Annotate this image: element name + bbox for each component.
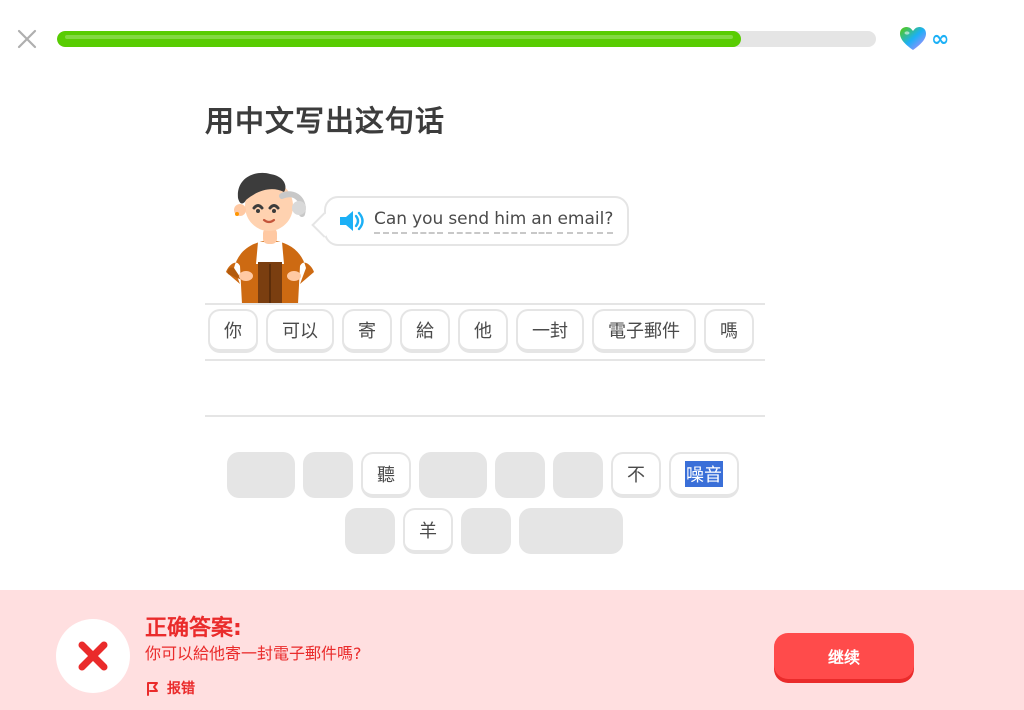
word-bank-empty-slot — [461, 508, 511, 554]
prompt-word[interactable]: Can — [374, 208, 408, 234]
word-bank-row-2: 羊 — [345, 508, 623, 554]
report-label: 报错 — [167, 681, 195, 697]
word-bank-empty-slot — [345, 508, 395, 554]
answer-tile[interactable]: 嗎 — [704, 309, 754, 353]
word-bank-tile[interactable]: 聽 — [361, 452, 411, 498]
feedback-panel: 正确答案: 你可以給他寄一封電子郵件嗎? 报错 继续 — [0, 590, 1024, 710]
prompt-word[interactable]: him — [494, 208, 527, 234]
answer-line-bottom — [205, 415, 765, 417]
word-bank-tile[interactable]: 羊 — [403, 508, 453, 554]
answer-line-top — [205, 303, 765, 305]
x-icon — [78, 641, 108, 671]
prompt-word[interactable]: email? — [557, 208, 614, 234]
progress-bar — [57, 31, 876, 47]
feedback-title: 正确答案: — [145, 616, 242, 641]
heart-icon — [899, 26, 927, 52]
prompt-word[interactable]: an — [531, 208, 553, 234]
continue-button[interactable]: 继续 — [774, 633, 914, 679]
word-bank-empty-slot — [495, 452, 545, 498]
answer-tile[interactable]: 你 — [208, 309, 258, 353]
word-bank-tile-label: 不 — [627, 465, 645, 486]
word-bank-empty-slot — [419, 452, 487, 498]
answer-tile[interactable]: 他 — [458, 309, 508, 353]
answer-tile[interactable]: 一封 — [516, 309, 584, 353]
answer-tile[interactable]: 可以 — [266, 309, 334, 353]
word-bank-tile-label: 噪音 — [685, 461, 723, 487]
prompt-title: 用中文写出这句话 — [205, 104, 446, 138]
close-button[interactable] — [16, 28, 38, 50]
progress-bar-fill — [57, 31, 741, 47]
prompt-word[interactable]: send — [448, 208, 490, 234]
prompt-sentence: Can you send him an email? — [374, 208, 614, 234]
hearts-value: ∞ — [931, 26, 950, 52]
word-bank-tile-label: 聽 — [377, 465, 395, 486]
answer-tile[interactable]: 給 — [400, 309, 450, 353]
hearts-counter: ∞ — [899, 26, 949, 52]
answer-tiles: 你可以寄給他一封 電子郵件嗎 — [208, 309, 754, 353]
answer-line-middle — [205, 359, 765, 361]
word-bank-tile[interactable]: 噪音 — [669, 452, 739, 498]
word-bank-tile-label: 羊 — [419, 521, 437, 542]
word-bank-row-1: 聽 不 噪音 — [227, 452, 739, 498]
speech-bubble: Can you send him an email? — [311, 196, 630, 246]
speaker-icon[interactable] — [338, 209, 366, 233]
answer-area: 你可以寄給他一封 電子郵件嗎 — [205, 303, 765, 417]
character-illustration — [224, 168, 316, 304]
correct-answer-text: 你可以給他寄一封電子郵件嗎? — [145, 644, 362, 663]
word-bank-tile[interactable]: 不 — [611, 452, 661, 498]
prompt-word[interactable]: you — [412, 208, 444, 234]
answer-tile[interactable]: 電子郵件 — [592, 309, 696, 353]
word-bank-empty-slot — [553, 452, 603, 498]
flag-icon — [147, 682, 158, 696]
answer-tile[interactable]: 寄 — [342, 309, 392, 353]
incorrect-badge — [56, 619, 130, 693]
close-icon — [17, 29, 37, 49]
word-bank-empty-slot — [303, 452, 353, 498]
word-bank-empty-slot — [519, 508, 623, 554]
report-button[interactable]: 报错 — [145, 678, 195, 698]
word-bank-empty-slot — [227, 452, 295, 498]
